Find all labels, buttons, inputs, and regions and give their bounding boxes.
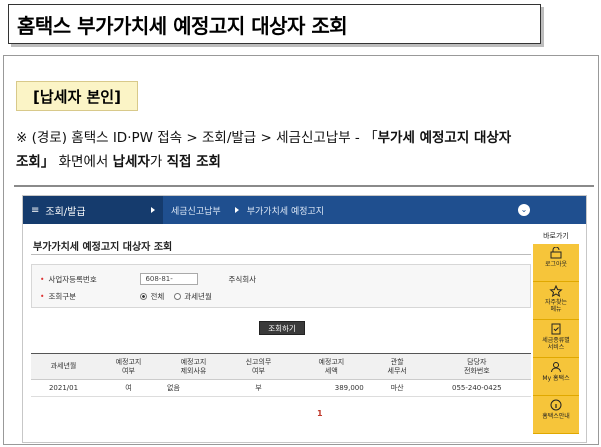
- title-divider: [31, 254, 531, 255]
- quick-guide[interactable]: 홈택스안내: [533, 396, 579, 434]
- desc-line1-prefix: ※ (경로) 홈택스 ID·PW 접속 > 조회/발급 > 세금신고납부 - 「: [16, 130, 378, 146]
- pagination-current[interactable]: 1: [317, 409, 323, 418]
- nav-menu-label: 조회/발급: [45, 206, 86, 218]
- cell-filing-duty: 부: [226, 379, 291, 397]
- quick-favorites[interactable]: 자주찾는 메뉴: [533, 282, 579, 320]
- page-title-box: 홈택스 부가가치세 예정고지 대상자 조회: [8, 4, 541, 44]
- result-table: 과세년월 예정고지 여부 예정고지 제외사유 신고의무 여부 예정고지 세액 관…: [31, 353, 531, 397]
- info-icon: [550, 399, 562, 411]
- desc-line2-bold2: 납세자: [112, 154, 150, 170]
- th-notice-yn: 예정고지 여부: [96, 353, 161, 380]
- quick-logout-label: 로그아웃: [544, 261, 568, 268]
- biz-number-row: • 사업자등록번호 608-81- 주식회사: [40, 273, 256, 285]
- section-tag: [납세자 본인]: [16, 81, 138, 111]
- screen-title: 부가가치세 예정고지 대상자 조회: [33, 242, 173, 253]
- desc-line1-bold: 부가세 예정고지 대상자: [377, 130, 512, 146]
- radio-all-label: 전체: [150, 292, 165, 301]
- th-period: 과세년월: [31, 353, 96, 380]
- biz-number-label: 사업자등록번호: [48, 274, 97, 284]
- main-title: 홈택스 부가가치세 예정고지 대상자 조회: [17, 13, 348, 38]
- company-name: 주식회사: [228, 274, 257, 284]
- top-nav: ≡ 조회/발급 세금신고납부 부가가치세 예정고지 ⌄: [23, 196, 586, 224]
- desc-line2-bold3: 직접 조회: [166, 154, 221, 170]
- desc-line2-bold: 조회」: [16, 154, 55, 170]
- document-check-icon: [551, 323, 561, 335]
- table-header-row: 과세년월 예정고지 여부 예정고지 제외사유 신고의무 여부 예정고지 세액 관…: [31, 353, 531, 380]
- th-exclude-reason: 예정고지 제외사유: [161, 353, 226, 380]
- desc-line2-mid2: 가: [149, 154, 167, 170]
- cell-tax-office: 마산: [371, 379, 423, 397]
- search-form: • 사업자등록번호 608-81- 주식회사 • 조회구분 전체 과세년월: [31, 264, 531, 308]
- path-description: ※ (경로) 홈택스 ID·PW 접속 > 조회/발급 > 세금신고납부 - 「…: [16, 126, 592, 174]
- logout-icon: [550, 247, 562, 259]
- biz-number-input[interactable]: 608-81-: [140, 273, 199, 285]
- type-row: • 조회구분 전체 과세년월: [40, 291, 222, 302]
- th-filing-duty: 신고의무 여부: [226, 353, 291, 380]
- quick-guide-label: 홈택스안내: [542, 413, 570, 420]
- chevron-down-icon[interactable]: ⌄: [518, 204, 530, 216]
- quick-tax-services-label: 세금종류별 서비스: [542, 337, 570, 351]
- cell-exclude-reason: 없음: [161, 379, 226, 397]
- quick-tax-services[interactable]: 세금종류별 서비스: [533, 320, 579, 358]
- radio-empty-icon: [174, 293, 182, 300]
- table-row: 2021/01 여 없음 부 389,000 마산 055-240-0425: [31, 379, 531, 397]
- chevron-right-icon: [234, 207, 239, 213]
- radio-period[interactable]: 과세년월: [174, 291, 212, 302]
- desc-line2-mid: 화면에서: [54, 154, 113, 170]
- th-tax-amount: 예정고지 세액: [291, 353, 372, 380]
- quick-my-hometax-label: My 홈택스: [542, 375, 570, 382]
- star-icon: [549, 285, 563, 297]
- cell-notice-yn: 여: [96, 379, 161, 397]
- breadcrumb-item-vat[interactable]: 부가가치세 예정고지: [247, 204, 324, 217]
- cell-tax-amount: 389,000: [291, 379, 372, 397]
- required-dot-icon: •: [40, 274, 45, 284]
- th-contact-phone: 담당자 전화번호: [422, 353, 531, 380]
- quick-my-hometax[interactable]: My 홈택스: [533, 358, 579, 396]
- required-dot-icon: •: [40, 292, 45, 301]
- hometax-screenshot: ≡ 조회/발급 세금신고납부 부가가치세 예정고지 ⌄ 부가가치세 예정고지 대…: [22, 195, 587, 443]
- separator-line: [14, 185, 594, 187]
- quick-menu-head: 바로가기: [543, 232, 569, 240]
- breadcrumb: 세금신고납부 부가가치세 예정고지: [163, 204, 332, 217]
- quick-logout[interactable]: 로그아웃: [533, 244, 579, 282]
- breadcrumb-item-tax[interactable]: 세금신고납부: [171, 204, 221, 217]
- hamburger-icon: ≡: [31, 204, 40, 216]
- quick-favorites-label: 자주찾는 메뉴: [544, 299, 568, 313]
- type-label: 조회구분: [48, 292, 77, 301]
- cell-period: 2021/01: [31, 379, 96, 397]
- nav-menu-button[interactable]: ≡ 조회/발급: [23, 196, 163, 224]
- cell-contact-phone: 055-240-0425: [422, 379, 531, 397]
- search-button[interactable]: 조회하기: [259, 321, 305, 335]
- chevron-right-icon: [151, 207, 155, 213]
- radio-period-label: 과세년월: [184, 292, 212, 301]
- user-icon: [551, 362, 561, 373]
- quick-menu: 바로가기 로그아웃 자주찾는 메뉴 세금종류별 서비스 My 홈택스 홈택스안내: [533, 231, 579, 434]
- th-tax-office: 관할 세무서: [371, 353, 423, 380]
- radio-selected-icon: [140, 293, 148, 300]
- radio-all[interactable]: 전체: [140, 291, 164, 302]
